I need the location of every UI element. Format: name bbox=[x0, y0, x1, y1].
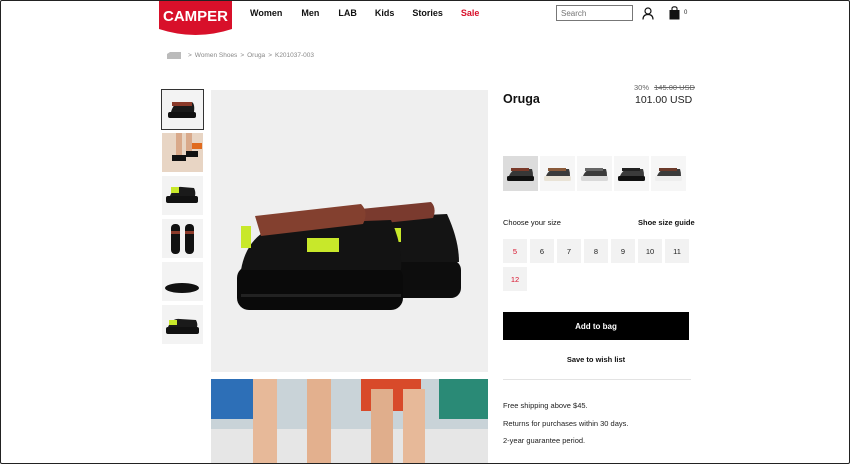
size-option[interactable]: 12 bbox=[503, 267, 527, 291]
color-selector bbox=[503, 156, 686, 191]
nav-item-kids[interactable]: Kids bbox=[375, 8, 395, 18]
thumbnail[interactable] bbox=[162, 176, 203, 215]
size-option[interactable]: 8 bbox=[584, 239, 608, 263]
sale-price: 101.00 USD bbox=[635, 94, 693, 106]
info-shipping: Free shipping above $45. bbox=[503, 401, 588, 410]
size-guide-link[interactable]: Shoe size guide bbox=[638, 218, 695, 227]
color-swatch-black-brown[interactable] bbox=[503, 156, 538, 191]
info-guarantee: 2-year guarantee period. bbox=[503, 436, 586, 445]
lifestyle-image[interactable] bbox=[211, 379, 488, 463]
original-price: 145.00 USD bbox=[654, 83, 695, 92]
lifestyle-illustration bbox=[211, 379, 488, 463]
thumbnail[interactable] bbox=[162, 133, 203, 172]
sandal-thumb-icon bbox=[507, 168, 534, 181]
color-swatch-grey[interactable] bbox=[577, 156, 612, 191]
size-option[interactable]: 9 bbox=[611, 239, 635, 263]
breadcrumb-separator: > bbox=[188, 52, 192, 59]
bag-icon[interactable] bbox=[669, 6, 680, 20]
cart-count: 0 bbox=[684, 10, 688, 16]
add-to-bag-button[interactable]: Add to bag bbox=[503, 312, 689, 340]
size-option[interactable]: 5 bbox=[503, 239, 527, 263]
product-page: CAMPER Women Men LAB Kids Stories Sale 0… bbox=[0, 0, 850, 464]
product-title: Oruga bbox=[503, 92, 540, 106]
sandal-thumb-icon bbox=[544, 168, 571, 181]
thumbnail[interactable] bbox=[162, 262, 203, 301]
size-label: Choose your size bbox=[503, 218, 561, 227]
nav-item-women[interactable]: Women bbox=[250, 8, 282, 18]
color-swatch-beige[interactable] bbox=[540, 156, 575, 191]
size-option[interactable]: 7 bbox=[557, 239, 581, 263]
wishlist-link[interactable]: Save to wish list bbox=[503, 355, 689, 364]
size-selector: 5 6 7 8 9 10 11 12 bbox=[503, 239, 693, 291]
sandal-thumb-icon bbox=[655, 168, 682, 181]
sandal-thumb-icon bbox=[581, 168, 608, 181]
thumbnail[interactable] bbox=[162, 305, 203, 344]
breadcrumb-separator: > bbox=[268, 52, 272, 59]
breadcrumb-separator: > bbox=[240, 52, 245, 59]
product-main-image[interactable] bbox=[211, 90, 488, 372]
breadcrumb-item-oruga[interactable]: Oruga bbox=[247, 52, 265, 59]
sandal-thumb-icon bbox=[618, 168, 645, 181]
home-icon[interactable] bbox=[167, 52, 181, 59]
nav-item-lab[interactable]: LAB bbox=[338, 8, 357, 18]
color-swatch-cream[interactable] bbox=[651, 156, 686, 191]
thumbnail[interactable] bbox=[161, 89, 204, 130]
price-discount: 30% 145.00 USD bbox=[634, 83, 695, 92]
nav-item-men[interactable]: Men bbox=[301, 8, 319, 18]
logo-text: CAMPER bbox=[163, 8, 228, 25]
color-swatch-black[interactable] bbox=[614, 156, 649, 191]
user-icon[interactable] bbox=[642, 7, 654, 20]
sandal-illustration bbox=[237, 202, 461, 310]
size-option[interactable]: 10 bbox=[638, 239, 662, 263]
breadcrumb-item-sku: K201037-003 bbox=[274, 52, 315, 59]
nav-item-stories[interactable]: Stories bbox=[412, 8, 443, 18]
breadcrumb: > Women Shoes > Oruga > K201037-003 bbox=[167, 52, 314, 59]
nav-item-sale[interactable]: Sale bbox=[461, 8, 480, 18]
main-nav: Women Men LAB Kids Stories Sale bbox=[250, 8, 479, 18]
thumbnail[interactable] bbox=[162, 219, 203, 258]
search-input[interactable] bbox=[556, 5, 633, 21]
thumbnail-list bbox=[161, 89, 204, 348]
size-option[interactable]: 11 bbox=[665, 239, 689, 263]
discount-percent: 30% bbox=[634, 83, 650, 92]
breadcrumb-item-women-shoes[interactable]: Women Shoes bbox=[195, 52, 238, 59]
camper-logo[interactable]: CAMPER bbox=[159, 1, 232, 37]
info-returns: Returns for purchases within 30 days. bbox=[503, 419, 629, 428]
divider bbox=[503, 379, 691, 380]
size-option[interactable]: 6 bbox=[530, 239, 554, 263]
